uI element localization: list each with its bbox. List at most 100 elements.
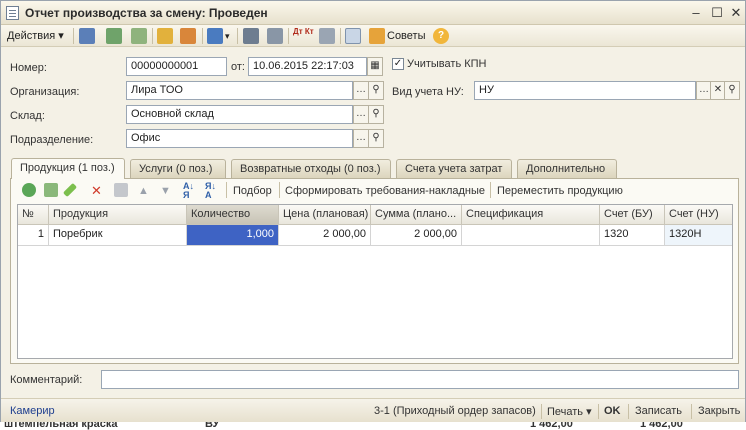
filter-icon[interactable]: [345, 28, 361, 44]
division-field[interactable]: Офис: [126, 129, 353, 148]
main-toolbar: Действия ▾ ▾ Дт Кт Советы ?: [1, 25, 745, 47]
background-amount: 1 462,00: [640, 422, 683, 430]
table-row-sum[interactable]: 2 000,00: [371, 225, 462, 246]
kpn-checkbox[interactable]: ✓: [392, 58, 404, 70]
maximize-icon[interactable]: ☐: [709, 5, 725, 21]
based-on-icon[interactable]: [207, 28, 223, 44]
number-label: Номер:: [10, 62, 47, 74]
column-header-number[interactable]: №: [18, 205, 49, 225]
structure-icon[interactable]: [243, 28, 259, 44]
toolbar-separator: [152, 28, 153, 44]
post-and-close-icon[interactable]: [79, 28, 95, 44]
table-row-account-nu[interactable]: 1320Н: [665, 225, 732, 246]
actions-label: Действия: [7, 30, 56, 42]
table-row-account-bu[interactable]: 1320: [600, 225, 665, 246]
window-title: Отчет производства за смену: Проведен: [25, 6, 268, 20]
products-table: № Продукция Количество Цена (плановая) С…: [17, 204, 733, 359]
post-icon[interactable]: [157, 28, 173, 44]
minimize-icon[interactable]: –: [688, 5, 704, 21]
tax-accounting-search-icon[interactable]: ⚲: [724, 81, 740, 100]
division-label: Подразделение:: [10, 134, 94, 146]
table-row-specification[interactable]: [462, 225, 600, 246]
panel-toolbar-separator: [279, 182, 280, 198]
user-link[interactable]: Камерир: [10, 405, 55, 417]
table-row-price[interactable]: 2 000,00: [279, 225, 371, 246]
tips-button[interactable]: Советы: [387, 27, 425, 45]
title-bar: Отчет производства за смену: Проведен – …: [1, 1, 745, 25]
edit-row-icon[interactable]: [62, 182, 78, 198]
division-search-icon[interactable]: ⚲: [368, 129, 384, 148]
list-icon[interactable]: [267, 28, 283, 44]
close-icon[interactable]: ✕: [728, 5, 744, 21]
organization-search-icon[interactable]: ⚲: [368, 81, 384, 100]
column-header-sum[interactable]: Сумма (плано...: [371, 205, 462, 225]
column-header-product[interactable]: Продукция: [49, 205, 187, 225]
column-header-price[interactable]: Цена (плановая): [279, 205, 371, 225]
document-window: Отчет производства за смену: Проведен – …: [0, 0, 746, 423]
sort-desc-icon[interactable]: Я↓ А: [205, 182, 216, 200]
print-button[interactable]: Печать ▾: [547, 405, 592, 418]
move-down-icon[interactable]: ▼: [160, 182, 171, 200]
based-on-dropdown-icon[interactable]: ▾: [225, 27, 230, 45]
warehouse-search-icon[interactable]: ⚲: [368, 105, 384, 124]
tab-products[interactable]: Продукция (1 поз.): [11, 158, 125, 179]
print-label: Печать: [547, 406, 584, 418]
organization-select-button[interactable]: …: [353, 81, 369, 100]
warehouse-label: Склад:: [10, 110, 45, 122]
tab-return-waste[interactable]: Возвратные отходы (0 поз.): [231, 159, 391, 178]
sort-asc-icon[interactable]: А↓ Я: [183, 182, 194, 200]
number-field[interactable]: 00000000001: [126, 57, 227, 76]
move-up-icon[interactable]: ▲: [138, 182, 149, 200]
add-row-icon[interactable]: [22, 183, 36, 197]
end-edit-icon[interactable]: [114, 183, 128, 197]
delete-row-icon[interactable]: ✕: [91, 182, 102, 200]
organization-label: Организация:: [10, 86, 80, 98]
calendar-icon[interactable]: ▦: [367, 57, 383, 76]
move-products-button[interactable]: Переместить продукцию: [497, 182, 623, 200]
dt-kt-icon[interactable]: Дт Кт: [293, 27, 314, 45]
ok-button[interactable]: OK: [604, 405, 621, 417]
warehouse-select-button[interactable]: …: [353, 105, 369, 124]
division-select-button[interactable]: …: [353, 129, 369, 148]
report-icon[interactable]: [319, 28, 335, 44]
selection-button[interactable]: Подбор: [233, 182, 272, 200]
close-button[interactable]: Закрыть: [698, 405, 740, 417]
background-item: штемпельная краска: [4, 422, 118, 430]
tax-accounting-label: Вид учета НУ:: [392, 86, 464, 98]
save-button[interactable]: Записать: [635, 405, 682, 417]
tax-accounting-field[interactable]: НУ: [474, 81, 696, 100]
tab-services[interactable]: Услуги (0 поз.): [130, 159, 226, 178]
table-row-product[interactable]: Поребрик: [49, 225, 187, 246]
tab-cost-accounts[interactable]: Счета учета затрат: [396, 159, 512, 178]
column-header-quantity[interactable]: Количество: [187, 205, 279, 225]
actions-menu[interactable]: Действия ▾: [7, 27, 64, 45]
help-icon[interactable]: ?: [433, 28, 449, 44]
tab-additional[interactable]: Дополнительно: [517, 159, 617, 178]
comment-field[interactable]: [101, 370, 739, 389]
background-list: штемпельная краска ВУ 1 462,00 1 462,00: [0, 422, 746, 430]
organization-field[interactable]: Лира ТОО: [126, 81, 353, 100]
toolbar-separator: [288, 28, 289, 44]
background-unit: ВУ: [205, 422, 220, 430]
table-row-quantity[interactable]: 1,000: [187, 225, 279, 246]
panel-toolbar-separator: [226, 182, 227, 198]
copy-icon[interactable]: [131, 28, 147, 44]
tips-icon[interactable]: [369, 28, 385, 44]
footer-separator: [691, 404, 692, 419]
date-label: от:: [231, 61, 245, 73]
unpost-icon[interactable]: [180, 28, 196, 44]
warehouse-field[interactable]: Основной склад: [126, 105, 353, 124]
date-field[interactable]: 10.06.2015 22:17:03: [248, 57, 367, 76]
linked-document-link[interactable]: 3-1 (Приходный ордер запасов): [374, 405, 536, 417]
comment-label: Комментарий:: [10, 374, 83, 386]
toolbar-separator: [73, 28, 74, 44]
generate-requisitions-button[interactable]: Сформировать требования-накладные: [285, 182, 485, 200]
copy-row-icon[interactable]: [44, 183, 58, 197]
kpn-label: Учитывать КПН: [407, 58, 487, 70]
table-row-number[interactable]: 1: [18, 225, 49, 246]
toolbar-separator: [237, 28, 238, 44]
column-header-account-nu[interactable]: Счет (НУ): [665, 205, 732, 225]
column-header-account-bu[interactable]: Счет (БУ): [600, 205, 665, 225]
refresh-icon[interactable]: [106, 28, 122, 44]
column-header-specification[interactable]: Спецификация: [462, 205, 600, 225]
